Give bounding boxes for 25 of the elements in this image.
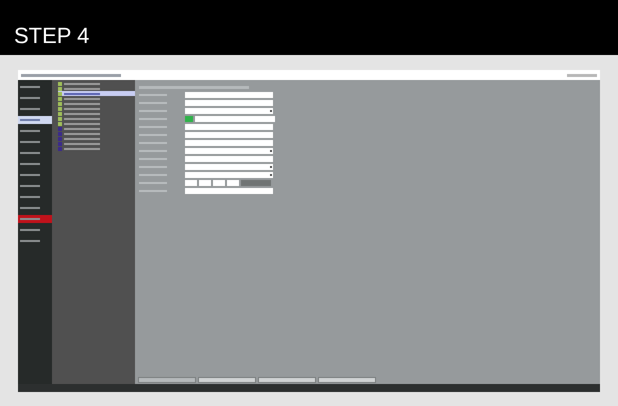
dropdown-field[interactable] bbox=[185, 164, 273, 170]
color-swatch[interactable] bbox=[185, 116, 193, 122]
blurred-button[interactable] bbox=[318, 377, 376, 383]
step-title: STEP 4 bbox=[14, 25, 90, 47]
input-field[interactable] bbox=[185, 100, 273, 106]
tree-item[interactable] bbox=[58, 91, 135, 96]
sidebar-item[interactable] bbox=[18, 116, 52, 124]
input-field[interactable] bbox=[185, 188, 273, 194]
dropdown-field[interactable] bbox=[185, 172, 273, 178]
time-field[interactable] bbox=[199, 180, 211, 186]
dropdown-field[interactable] bbox=[185, 148, 273, 154]
input-field[interactable] bbox=[185, 92, 273, 98]
input-field[interactable] bbox=[185, 156, 273, 162]
blurred-button[interactable] bbox=[258, 377, 316, 383]
time-field[interactable] bbox=[213, 180, 225, 186]
dropdown-field[interactable] bbox=[185, 108, 273, 114]
input-field[interactable] bbox=[185, 124, 273, 130]
time-field[interactable] bbox=[185, 180, 197, 186]
input-field[interactable] bbox=[185, 140, 273, 146]
time-field[interactable] bbox=[227, 180, 239, 186]
input-field[interactable] bbox=[195, 116, 275, 122]
input-field[interactable] bbox=[185, 132, 273, 138]
time-field-disabled bbox=[241, 180, 271, 186]
window-controls-blur bbox=[567, 74, 597, 76]
blurred-button[interactable] bbox=[198, 377, 256, 383]
